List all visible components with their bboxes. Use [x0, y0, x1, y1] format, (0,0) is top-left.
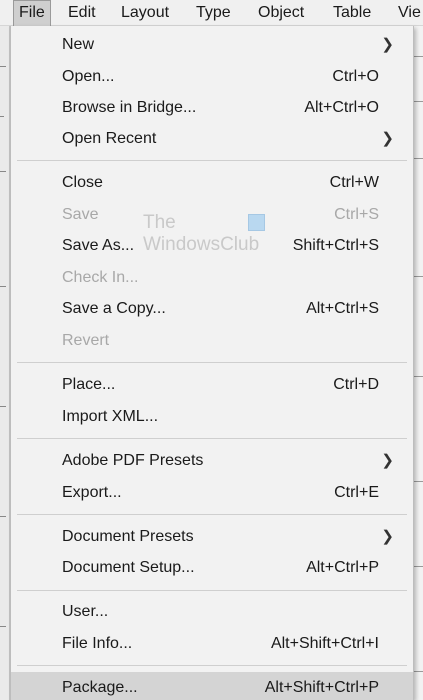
menu-item-shortcut: Ctrl+D	[333, 376, 379, 393]
menu-item-revert[interactable]: Revert	[11, 325, 413, 356]
menu-item-label: Close	[62, 174, 103, 191]
menu-item-document-setup[interactable]: Document Setup... Alt+Ctrl+P	[11, 552, 413, 583]
menu-item-label: Document Presets	[62, 528, 194, 545]
menu-object[interactable]: Object	[258, 0, 304, 26]
menu-item-browse-in-bridge[interactable]: Browse in Bridge... Alt+Ctrl+O	[11, 92, 413, 123]
chevron-right-icon: ❯	[381, 452, 394, 469]
menu-item-save-a-copy[interactable]: Save a Copy... Alt+Ctrl+S	[11, 293, 413, 324]
menu-item-shortcut: Ctrl+O	[332, 68, 379, 85]
menu-item-adobe-pdf-presets[interactable]: Adobe PDF Presets ❯	[11, 445, 413, 476]
menu-item-file-info[interactable]: File Info... Alt+Shift+Ctrl+I	[11, 628, 413, 659]
menu-item-label: Revert	[62, 332, 110, 349]
menu-item-shortcut: Alt+Shift+Ctrl+P	[264, 679, 379, 696]
menu-item-label: Adobe PDF Presets	[62, 452, 204, 469]
file-menu-dropdown: New ❯ Open... Ctrl+O Browse in Bridge...…	[10, 26, 414, 700]
left-ruler	[0, 26, 10, 700]
menu-file[interactable]: File	[13, 0, 51, 26]
menu-item-label: Save	[62, 206, 99, 223]
right-panel-edge	[414, 26, 423, 700]
menu-item-label: File Info...	[62, 635, 133, 652]
menu-item-export[interactable]: Export... Ctrl+E	[11, 477, 413, 508]
menu-item-new[interactable]: New ❯	[11, 29, 413, 60]
menu-item-label: Document Setup...	[62, 559, 195, 576]
menu-item-open-recent[interactable]: Open Recent ❯	[11, 123, 413, 154]
menu-item-label: Open Recent	[62, 130, 157, 147]
menu-item-label: New	[62, 36, 95, 53]
menu-separator	[17, 362, 407, 363]
menu-item-user[interactable]: User...	[11, 596, 413, 627]
menu-item-shortcut: Alt+Shift+Ctrl+I	[270, 635, 379, 652]
menu-item-label: Export...	[62, 484, 122, 501]
menu-item-label: Save a Copy...	[62, 300, 166, 317]
menu-item-document-presets[interactable]: Document Presets ❯	[11, 521, 413, 552]
menu-item-shortcut: Ctrl+W	[329, 174, 379, 191]
menu-item-import-xml[interactable]: Import XML...	[11, 401, 413, 432]
menu-item-shortcut: Shift+Ctrl+S	[292, 237, 379, 254]
menu-item-check-in[interactable]: Check In...	[11, 262, 413, 293]
menu-item-label: Check In...	[62, 269, 139, 286]
watermark-line-2: WindowsClub	[143, 234, 260, 255]
menu-item-place[interactable]: Place... Ctrl+D	[11, 369, 413, 400]
menu-item-shortcut: Ctrl+S	[334, 206, 379, 223]
menu-item-shortcut: Alt+Ctrl+O	[304, 99, 379, 116]
menu-item-label: Browse in Bridge...	[62, 99, 197, 116]
chevron-right-icon: ❯	[381, 36, 394, 53]
menu-bar: File Edit Layout Type Object Table Vie	[0, 0, 423, 26]
chevron-right-icon: ❯	[381, 130, 394, 147]
menu-item-close[interactable]: Close Ctrl+W	[11, 167, 413, 198]
menu-item-label: Open...	[62, 68, 115, 85]
menu-item-package[interactable]: Package... Alt+Shift+Ctrl+P	[11, 672, 413, 700]
menu-separator	[17, 160, 407, 161]
menu-separator	[17, 590, 407, 591]
windowsclub-logo-icon	[248, 214, 265, 231]
menu-table[interactable]: Table	[333, 0, 371, 26]
menu-item-label: Import XML...	[62, 408, 159, 425]
menu-separator	[17, 665, 407, 666]
menu-view[interactable]: Vie	[398, 0, 421, 26]
menu-item-shortcut: Alt+Ctrl+S	[306, 300, 379, 317]
menu-edit[interactable]: Edit	[68, 0, 96, 26]
chevron-right-icon: ❯	[381, 528, 394, 545]
menu-separator	[17, 438, 407, 439]
menu-item-shortcut: Alt+Ctrl+P	[306, 559, 379, 576]
menu-separator	[17, 514, 407, 515]
menu-layout[interactable]: Layout	[121, 0, 169, 26]
watermark-line-1: The	[143, 212, 176, 233]
menu-item-label: Save As...	[62, 237, 135, 254]
menu-item-open[interactable]: Open... Ctrl+O	[11, 61, 413, 92]
menu-item-label: Place...	[62, 376, 116, 393]
menu-item-label: User...	[62, 603, 109, 620]
watermark-text: The WindowsClub	[143, 212, 259, 256]
menu-type[interactable]: Type	[196, 0, 231, 26]
menu-item-shortcut: Ctrl+E	[334, 484, 379, 501]
menu-item-label: Package...	[62, 679, 138, 696]
